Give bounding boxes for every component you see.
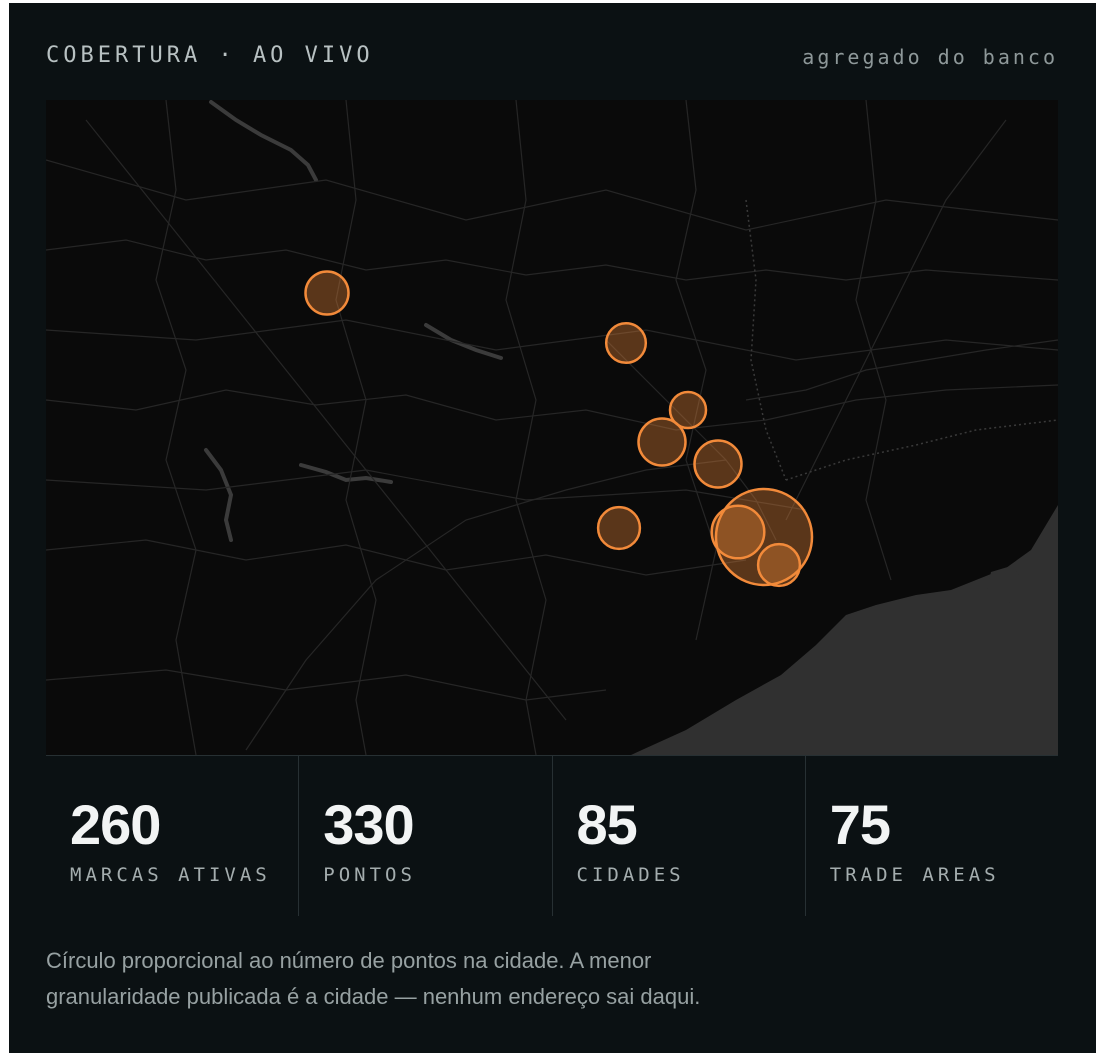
stat-trade-areas-value: 75	[829, 793, 891, 856]
stat-trade-areas-label: TRADE AREAS	[829, 864, 1000, 886]
marker-city-4[interactable]	[637, 417, 687, 467]
map-canvas[interactable]	[46, 100, 1058, 755]
stats-row: 260 MARCAS ATIVAS 330 PONTOS 85 CIDADES …	[46, 755, 1058, 916]
card-title: COBERTURA · AO VIVO	[46, 43, 374, 68]
coverage-card: COBERTURA · AO VIVO agregado do banco 26…	[9, 3, 1096, 1053]
stat-points-value: 330	[323, 793, 414, 856]
marker-city-9[interactable]	[756, 542, 802, 588]
stat-cities: 85 CIDADES	[551, 756, 805, 916]
stat-trade-areas: 75 TRADE AREAS	[804, 756, 1058, 916]
marker-city-5[interactable]	[693, 439, 743, 489]
marker-city-2[interactable]	[604, 321, 648, 365]
stat-cities-value: 85	[576, 793, 638, 856]
marker-city-8[interactable]	[710, 504, 766, 560]
map-footnote: Círculo proporcional ao número de pontos…	[46, 948, 701, 1009]
stat-brands: 260 MARCAS ATIVAS	[46, 756, 298, 916]
stat-brands-label: MARCAS ATIVAS	[70, 864, 271, 886]
stat-cities-label: CIDADES	[576, 864, 685, 886]
stat-points: 330 PONTOS	[298, 756, 551, 916]
marker-city-1[interactable]	[304, 270, 350, 316]
data-source-label: agregado do banco	[802, 45, 1058, 69]
coverage-map[interactable]	[46, 100, 1058, 755]
marker-city-6[interactable]	[596, 505, 642, 551]
stat-points-label: PONTOS	[323, 864, 416, 886]
stat-brands-value: 260	[70, 793, 161, 856]
